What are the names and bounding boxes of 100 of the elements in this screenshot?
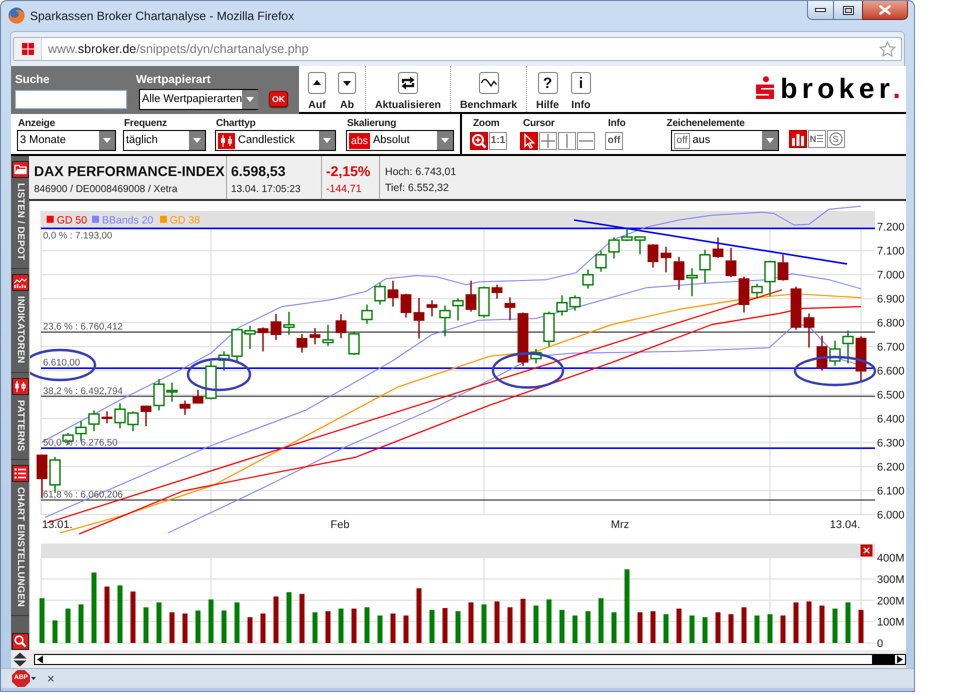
field-label: Zeichenelemente xyxy=(666,118,746,130)
right-arrow-icon[interactable] xyxy=(896,654,904,664)
volume-bar xyxy=(196,610,200,643)
triangle-up-icon xyxy=(308,72,326,94)
close-button[interactable] xyxy=(862,1,908,20)
search-field[interactable] xyxy=(15,90,127,109)
field-label: Charttyp xyxy=(215,118,257,130)
volume-bar xyxy=(352,608,356,643)
bar-chart-button[interactable] xyxy=(788,130,807,148)
frequency-select[interactable]: täglich xyxy=(123,130,206,151)
close-icon[interactable] xyxy=(860,544,872,556)
down-button[interactable]: Ab xyxy=(334,66,360,111)
horizontal-scrollbar[interactable] xyxy=(34,654,906,664)
volume-bar xyxy=(780,616,786,643)
x-axis-label: 13.04. xyxy=(830,519,860,531)
volume-bar xyxy=(650,611,656,643)
triangle-down-icon xyxy=(338,72,356,94)
drawing-elements-select[interactable]: off aus xyxy=(670,130,779,151)
vertical-line-icon xyxy=(566,134,568,148)
magnifier-icon[interactable] xyxy=(12,633,28,650)
y-axis-label: 7.100 xyxy=(877,246,905,258)
y-axis-label: 6.900 xyxy=(877,294,905,306)
info-button[interactable]: i Info xyxy=(566,66,595,111)
close-button[interactable]: × xyxy=(47,672,55,685)
help-icon: ? xyxy=(538,72,558,94)
volume-bar xyxy=(248,617,252,643)
up-down-arrows-icon[interactable] xyxy=(13,652,27,666)
zoom-reset-button[interactable]: 1:1 xyxy=(489,132,507,150)
ok-button[interactable]: OK xyxy=(269,91,288,107)
volume-bar xyxy=(274,596,278,643)
address-bar[interactable]: www.sbroker.de/snippets/dyn/chartanalyse.php xyxy=(13,37,902,61)
vertical-line-button[interactable] xyxy=(558,132,576,150)
y-axis-label: 6.000 xyxy=(877,510,905,522)
benchmark-button[interactable]: Benchmark xyxy=(456,66,522,111)
level-label: 38,2 % : 6.492,794 xyxy=(43,386,123,397)
y-axis-label: 7.200 xyxy=(877,222,905,234)
volume-bar xyxy=(260,614,266,643)
star-icon[interactable] xyxy=(879,41,896,57)
refresh-button[interactable]: Aktualisieren xyxy=(371,66,445,111)
y-axis-label: 6.800 xyxy=(877,318,905,330)
y-axis-label: 0 xyxy=(877,638,884,650)
left-arrow-icon[interactable] xyxy=(36,654,44,664)
scaling-select[interactable]: abs Absolut xyxy=(346,130,454,151)
x-axis-label: Mrz xyxy=(610,519,630,531)
volume-bar xyxy=(572,616,578,643)
horizontal-line-button[interactable] xyxy=(577,132,595,150)
field-label: Cursor xyxy=(522,118,556,130)
caret-icon[interactable] xyxy=(31,677,36,680)
volume-bar xyxy=(456,611,460,643)
volume-bar xyxy=(416,588,422,643)
chart-type-select[interactable]: Candlestick xyxy=(215,130,336,151)
volume-bar xyxy=(118,585,122,643)
y-axis-label: 200M xyxy=(877,595,905,608)
volume-bar xyxy=(768,614,772,643)
y-axis-label: 300M xyxy=(877,574,905,586)
circled-letter-button[interactable]: S xyxy=(826,130,845,148)
volume-bar xyxy=(820,606,824,643)
scrollbar-thumb[interactable] xyxy=(872,654,895,664)
info-icon: i xyxy=(570,72,591,94)
volume-bar xyxy=(364,607,370,643)
volume-bar xyxy=(560,610,564,643)
volume-bar xyxy=(702,617,708,643)
minimize-button[interactable] xyxy=(807,1,834,20)
help-button[interactable]: ? Hilfe xyxy=(532,66,563,111)
bar-chart-icon xyxy=(790,132,805,146)
volume-bar xyxy=(806,601,812,643)
crosshair-button[interactable] xyxy=(539,132,557,150)
maximize-button[interactable] xyxy=(834,1,862,20)
legend-label: BBands 20 xyxy=(102,214,154,226)
crosshair-icon xyxy=(541,134,555,148)
volume-bar xyxy=(794,602,798,643)
close-icon xyxy=(879,5,891,15)
volume-bar xyxy=(390,614,396,643)
field-label: Wertpapierart xyxy=(136,73,212,87)
field-label: Zoom xyxy=(472,118,500,130)
volume-bar xyxy=(832,608,838,643)
legend-label: GD 50 xyxy=(56,214,88,226)
volume-bar xyxy=(728,614,734,643)
y-axis-label: 6.100 xyxy=(877,486,905,498)
zoom-button[interactable] xyxy=(470,132,488,150)
maximize-icon xyxy=(842,6,854,14)
period-select[interactable]: 3 Monate xyxy=(17,130,116,151)
change-points: -144,71 xyxy=(326,182,363,196)
field-label: Info xyxy=(607,118,626,130)
y-axis-label: 6.200 xyxy=(877,462,905,474)
security-type-select[interactable]: Alle Wertpapierarten xyxy=(139,89,258,110)
letter-lines-button[interactable]: N xyxy=(808,130,826,148)
info-toggle-button[interactable]: off xyxy=(605,132,623,150)
volume-bar xyxy=(430,610,434,643)
pointer-button[interactable] xyxy=(520,132,538,150)
volume-bar xyxy=(52,620,58,643)
field-label: Skalierung xyxy=(346,118,398,130)
volume-bar xyxy=(312,612,318,643)
y-axis-label: 6.300 xyxy=(877,438,905,450)
volume-bar xyxy=(858,610,864,643)
quote-time: 13.04. 17:05:23 xyxy=(231,183,302,196)
x-axis-label: 13.01. xyxy=(42,519,73,531)
x-axis-label: Feb xyxy=(330,519,350,531)
up-button[interactable]: Auf xyxy=(304,66,330,111)
volume-bar xyxy=(78,604,84,643)
